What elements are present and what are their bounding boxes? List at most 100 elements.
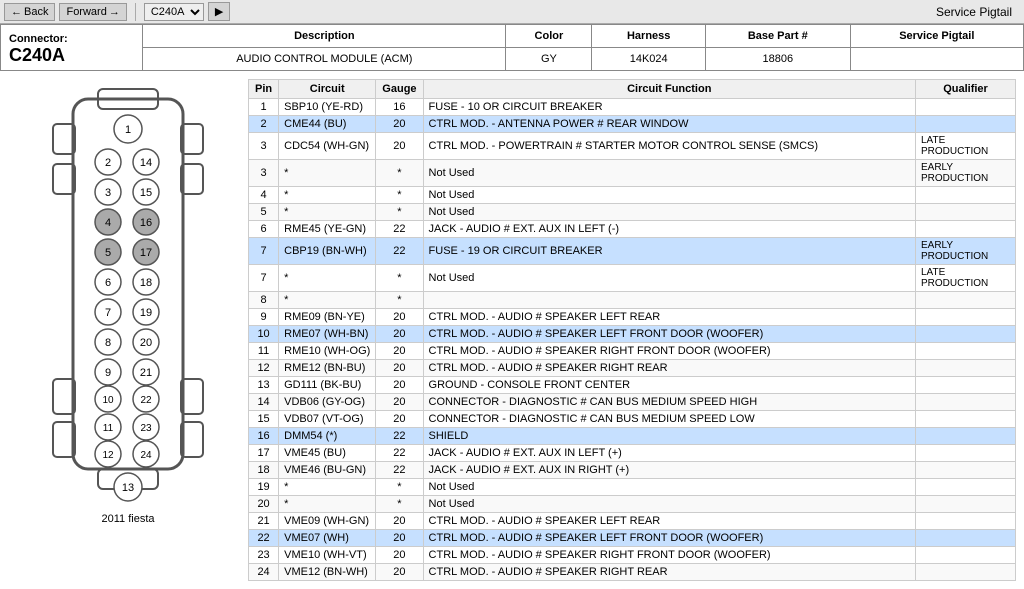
table-row: 21VME09 (WH-GN)20CTRL MOD. - AUDIO # SPE…: [249, 513, 1016, 530]
svg-text:6: 6: [105, 277, 111, 289]
pin-number: 6: [249, 221, 279, 238]
connector-diagram: 1 2 14 3 15 4 16 5 17 6 18: [8, 79, 248, 581]
toolbar: ← Back Forward → C240A ▶ Service Pigtail: [0, 0, 1024, 24]
svg-text:12: 12: [102, 450, 114, 461]
svg-text:14: 14: [140, 157, 152, 169]
gauge-value: 20: [376, 116, 423, 133]
qualifier-value: LATE PRODUCTION: [916, 133, 1016, 160]
qualifier-value: [916, 187, 1016, 204]
svg-text:21: 21: [140, 367, 152, 379]
gauge-value: *: [376, 496, 423, 513]
qualifier-value: [916, 377, 1016, 394]
circuit-code: *: [279, 187, 376, 204]
qualifier-value: [916, 445, 1016, 462]
table-row: 7CBP19 (BN-WH)22FUSE - 19 OR CIRCUIT BRE…: [249, 238, 1016, 265]
qualifier-value: [916, 309, 1016, 326]
pin-number: 2: [249, 116, 279, 133]
go-button[interactable]: ▶: [208, 2, 230, 21]
pin-number: 15: [249, 411, 279, 428]
pin-number: 21: [249, 513, 279, 530]
svg-text:17: 17: [140, 247, 152, 259]
qualifier-value: LATE PRODUCTION: [916, 265, 1016, 292]
circuit-function: Not Used: [423, 187, 915, 204]
gauge-value: 20: [376, 530, 423, 547]
connector-id: C240A: [9, 45, 134, 66]
qualifier-value: [916, 394, 1016, 411]
header-function: Circuit Function: [423, 80, 915, 99]
gauge-value: 20: [376, 343, 423, 360]
gauge-value: 20: [376, 360, 423, 377]
qualifier-value: [916, 564, 1016, 581]
circuit-code: VDB06 (GY-OG): [279, 394, 376, 411]
pin-table-container[interactable]: Pin Circuit Gauge Circuit Function Quali…: [248, 79, 1016, 581]
circuit-function: JACK - AUDIO # EXT. AUX IN RIGHT (+): [423, 462, 915, 479]
service-pigtail-header: Service Pigtail: [936, 5, 1020, 19]
table-row: 12RME12 (BN-BU)20CTRL MOD. - AUDIO # SPE…: [249, 360, 1016, 377]
table-row: 2CME44 (BU)20CTRL MOD. - ANTENNA POWER #…: [249, 116, 1016, 133]
pin-number: 11: [249, 343, 279, 360]
forward-button[interactable]: Forward →: [59, 3, 126, 21]
circuit-code: *: [279, 479, 376, 496]
table-row: 4**Not Used: [249, 187, 1016, 204]
connector-select[interactable]: C240A: [144, 3, 204, 21]
circuit-code: *: [279, 292, 376, 309]
gauge-value: 20: [376, 394, 423, 411]
pin-number: 12: [249, 360, 279, 377]
pin-number: 7: [249, 265, 279, 292]
svg-text:5: 5: [105, 247, 111, 259]
qualifier-value: [916, 496, 1016, 513]
qualifier-value: [916, 530, 1016, 547]
pin-number: 7: [249, 238, 279, 265]
gauge-value: 20: [376, 377, 423, 394]
pin-number: 18: [249, 462, 279, 479]
pin-number: 14: [249, 394, 279, 411]
forward-label: Forward: [66, 6, 106, 18]
table-row: 24VME12 (BN-WH)20CTRL MOD. - AUDIO # SPE…: [249, 564, 1016, 581]
qualifier-value: EARLY PRODUCTION: [916, 238, 1016, 265]
circuit-code: RME07 (WH-BN): [279, 326, 376, 343]
color-value: GY: [506, 48, 592, 71]
pin-number: 8: [249, 292, 279, 309]
gauge-value: *: [376, 265, 423, 292]
qualifier-value: [916, 513, 1016, 530]
back-button[interactable]: ← Back: [4, 3, 55, 21]
circuit-function: CTRL MOD. - AUDIO # SPEAKER RIGHT FRONT …: [423, 343, 915, 360]
gauge-value: 20: [376, 133, 423, 160]
pin-number: 3: [249, 160, 279, 187]
gauge-value: 20: [376, 309, 423, 326]
circuit-code: *: [279, 265, 376, 292]
connector-label: Connector:: [9, 33, 68, 45]
gauge-value: 20: [376, 326, 423, 343]
circuit-function: Not Used: [423, 265, 915, 292]
gauge-value: 22: [376, 428, 423, 445]
circuit-function: CONNECTOR - DIAGNOSTIC # CAN BUS MEDIUM …: [423, 394, 915, 411]
qualifier-value: EARLY PRODUCTION: [916, 160, 1016, 187]
qualifier-value: [916, 326, 1016, 343]
pin-table: Pin Circuit Gauge Circuit Function Quali…: [248, 79, 1016, 581]
gauge-value: *: [376, 204, 423, 221]
qualifier-value: [916, 221, 1016, 238]
color-header: Color: [506, 25, 592, 48]
svg-text:8: 8: [105, 337, 111, 349]
circuit-code: RME45 (YE-GN): [279, 221, 376, 238]
circuit-code: VME07 (WH): [279, 530, 376, 547]
main-content: 1 2 14 3 15 4 16 5 17 6 18: [0, 71, 1024, 589]
header-qualifier: Qualifier: [916, 80, 1016, 99]
gauge-value: 22: [376, 238, 423, 265]
back-label: Back: [24, 6, 48, 18]
pin-number: 10: [249, 326, 279, 343]
qualifier-value: [916, 411, 1016, 428]
table-row: 13GD111 (BK-BU)20GROUND - CONSOLE FRONT …: [249, 377, 1016, 394]
svg-text:18: 18: [140, 277, 152, 289]
circuit-code: SBP10 (YE-RD): [279, 99, 376, 116]
header-gauge: Gauge: [376, 80, 423, 99]
circuit-code: RME09 (BN-YE): [279, 309, 376, 326]
svg-text:23: 23: [140, 423, 152, 434]
circuit-function: CTRL MOD. - AUDIO # SPEAKER LEFT REAR: [423, 513, 915, 530]
gauge-value: 16: [376, 99, 423, 116]
pin-number: 17: [249, 445, 279, 462]
table-row: 7**Not UsedLATE PRODUCTION: [249, 265, 1016, 292]
qualifier-value: [916, 292, 1016, 309]
table-row: 11RME10 (WH-OG)20CTRL MOD. - AUDIO # SPE…: [249, 343, 1016, 360]
svg-text:22: 22: [140, 395, 152, 406]
